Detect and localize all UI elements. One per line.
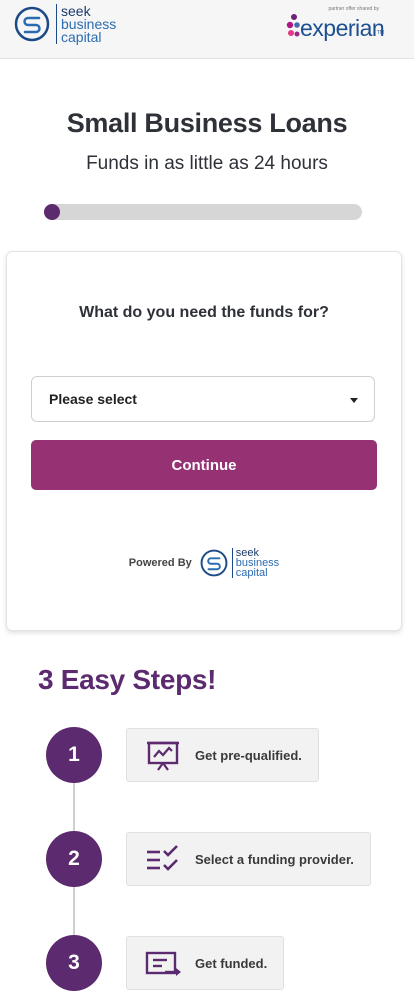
powered-by-wordmark: seek business capital: [235, 548, 279, 579]
continue-button[interactable]: Continue: [31, 440, 377, 490]
transfer-icon: [145, 951, 181, 976]
page-subtitle: Funds in as little as 24 hours: [86, 153, 328, 174]
logo-wordmark: seek business capital: [61, 4, 116, 45]
steps-heading: 3 Easy Steps!: [38, 664, 217, 695]
step-number-3: 3: [46, 935, 102, 991]
experian-wordmark: experian: [300, 15, 385, 41]
funds-question: What do you need the funds for?: [79, 304, 329, 321]
logo-word-capital: capital: [235, 567, 268, 579]
step-2-label: Select a funding provider.: [195, 851, 354, 867]
logo-divider: [231, 548, 233, 578]
presentation-chart-icon: [147, 741, 179, 771]
select-value: Please select: [49, 391, 137, 407]
step-3-card: Get funded.: [126, 936, 285, 990]
funds-purpose-select[interactable]: Please select: [31, 376, 375, 422]
site-header: seek business capital partner offer shar…: [0, 0, 414, 59]
seek-business-capital-logo[interactable]: seek business capital: [14, 4, 116, 44]
powered-by-label: Powered By: [128, 557, 192, 569]
loan-form-card: What do you need the funds for? Please s…: [6, 251, 402, 631]
step-1-card: Get pre-qualified.: [126, 728, 319, 782]
caret-down-icon: [350, 398, 358, 403]
experian-trademark: TM: [376, 30, 384, 36]
step-3-label: Get funded.: [195, 955, 268, 971]
step-1-label: Get pre-qualified.: [195, 747, 302, 763]
seek-logo-icon: [14, 6, 50, 42]
progress-bar-fill: [44, 204, 60, 220]
step-number-2: 2: [46, 831, 102, 887]
step-number-1: 1: [46, 727, 102, 783]
progress-bar: [44, 204, 362, 220]
logo-divider: [56, 4, 57, 44]
checklist-icon: [147, 845, 178, 871]
experian-logo: partner offer shared by experian TM: [286, 6, 385, 44]
logo-word-capital: capital: [61, 28, 102, 45]
page-title: Small Business Loans: [66, 108, 348, 138]
partner-tagline: partner offer shared by: [328, 6, 380, 12]
step-2-card: Select a funding provider.: [126, 832, 371, 886]
seek-logo-icon: [200, 549, 228, 577]
powered-by: Powered By seek business capital: [7, 548, 401, 579]
